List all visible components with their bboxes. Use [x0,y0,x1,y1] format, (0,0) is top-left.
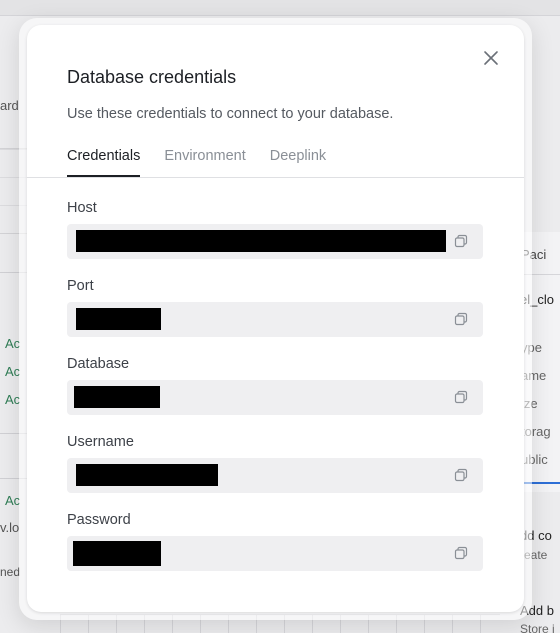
copy-icon [454,546,468,560]
database-label: Database [67,356,130,372]
background-left-link: Ac [5,392,21,407]
redacted-value [74,386,160,408]
modal-description: Use these credentials to connect to your… [67,106,394,122]
copy-password-button[interactable] [454,546,468,560]
close-icon [484,51,498,65]
copy-port-button[interactable] [454,312,468,326]
copy-icon [454,468,468,482]
redacted-value [76,308,161,330]
host-label: Host [67,200,97,216]
background-left-text: v.lo [0,520,20,535]
tab-bar: Credentials Environment Deeplink [67,147,326,177]
tab-deeplink[interactable]: Deeplink [270,147,326,177]
copy-username-button[interactable] [454,468,468,482]
copy-icon [454,234,468,248]
background-left-link: Ac [5,493,21,508]
password-label: Password [67,512,131,528]
copy-database-button[interactable] [454,390,468,404]
background-left-link: Ac [5,364,21,379]
redacted-value [73,541,161,566]
background-left-link: Ac [5,336,21,351]
database-field[interactable] [67,380,483,415]
background-left-text: ned [0,565,21,579]
copy-icon [454,312,468,326]
port-field[interactable] [67,302,483,337]
background-topbar [0,0,560,16]
port-label: Port [67,278,94,294]
redacted-value [76,230,446,252]
tab-credentials[interactable]: Credentials [67,147,141,177]
host-field[interactable] [67,224,483,259]
username-label: Username [67,434,134,450]
close-button[interactable] [479,46,503,70]
background-right-subtext: Store i [520,622,555,633]
modal-title: Database credentials [67,67,237,87]
copy-host-button[interactable] [454,234,468,248]
copy-icon [454,390,468,404]
tab-environment[interactable]: Environment [164,147,245,177]
background-left-text: ard [0,98,19,113]
password-field[interactable] [67,536,483,571]
redacted-value [76,464,218,486]
tabs-divider [27,177,524,178]
username-field[interactable] [67,458,483,493]
